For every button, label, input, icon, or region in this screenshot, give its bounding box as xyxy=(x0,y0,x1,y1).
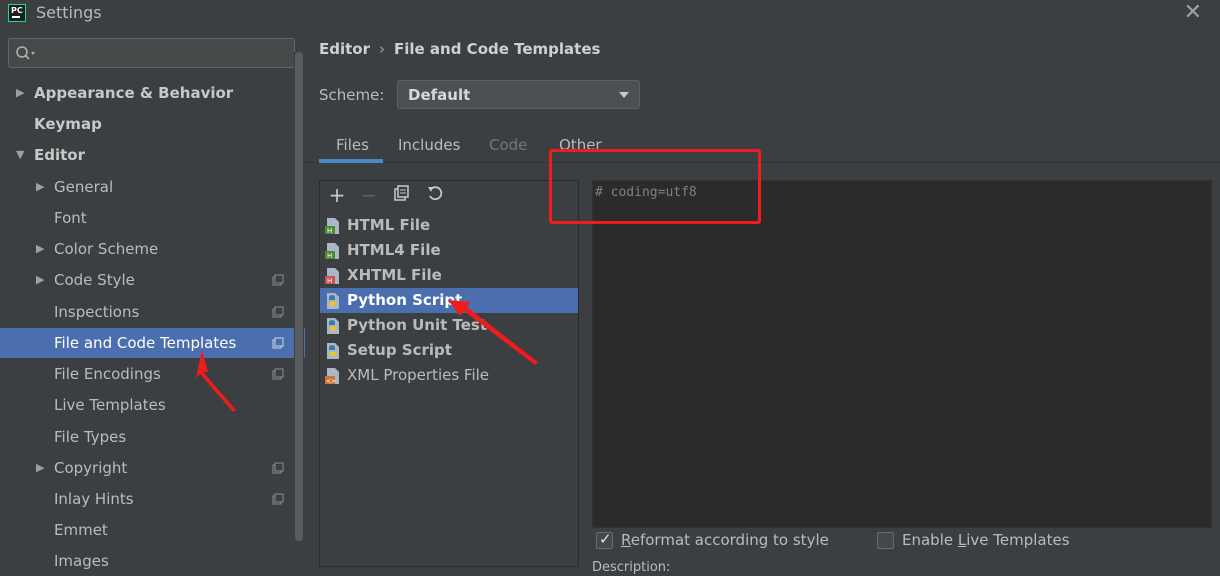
annotation-arrow-template xyxy=(448,300,538,365)
annotation-arrow-sidebar xyxy=(196,350,236,412)
annotation-arrows xyxy=(196,300,538,412)
